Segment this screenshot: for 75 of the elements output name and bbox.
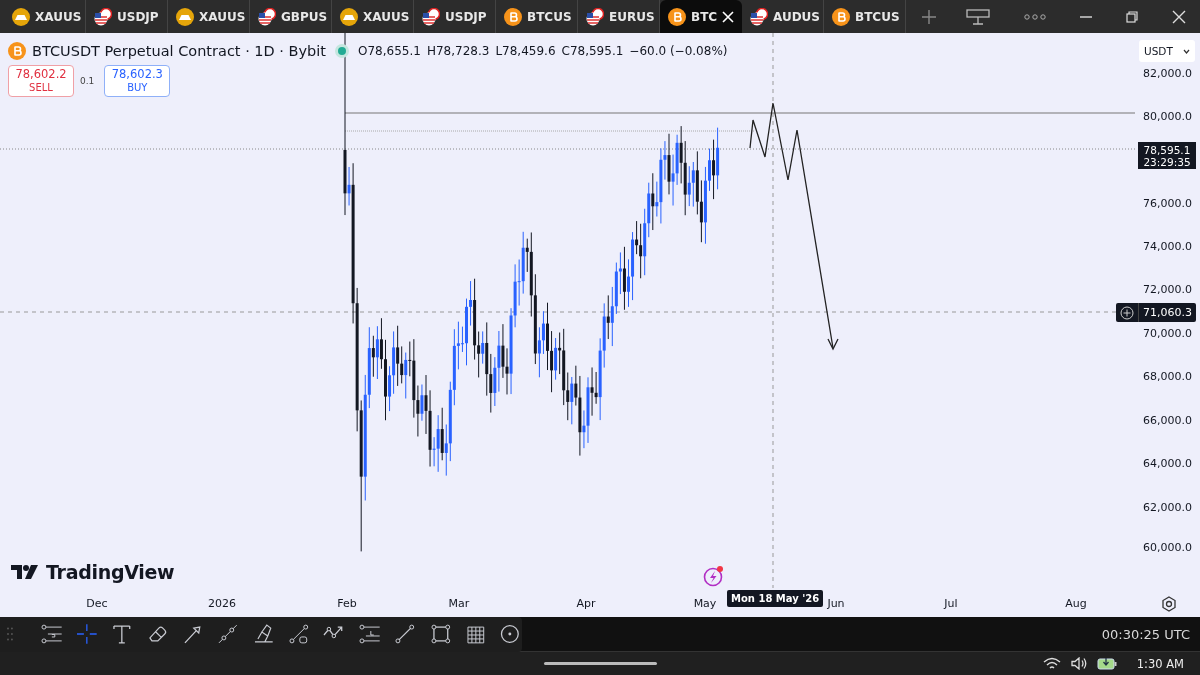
utc-clock: 00:30:25 UTC — [1101, 626, 1191, 642]
grip-icon[interactable] — [7, 627, 13, 641]
date-label: Apr — [576, 597, 596, 610]
circle-icon[interactable] — [500, 623, 522, 645]
caret-icon — [1183, 48, 1190, 54]
crosshair-icon[interactable] — [75, 623, 98, 645]
date-label: Mar — [448, 597, 470, 610]
ohlc-value: H78,728.3 — [426, 44, 490, 58]
trend-line-icon[interactable] — [217, 623, 240, 645]
price-label: 62,000.0 — [1143, 501, 1192, 514]
taskbar-clock[interactable]: 1:30 AM — [1136, 656, 1184, 671]
last-price-badge: 78,595.1 23:29:35 — [1138, 142, 1196, 169]
flag-icon — [94, 7, 112, 26]
price-label: 64,000.0 — [1143, 457, 1192, 470]
price-label: 68,000.0 — [1143, 370, 1192, 383]
path-icon[interactable] — [288, 623, 310, 645]
restore-icon[interactable] — [1126, 10, 1138, 23]
add-icon[interactable] — [1120, 305, 1134, 320]
currency-dropdown[interactable]: USDT — [1139, 40, 1195, 62]
brand-name: TradingView — [46, 561, 175, 583]
flag-icon — [258, 7, 276, 26]
grid-icon[interactable] — [464, 623, 487, 645]
wifi-icon[interactable] — [1042, 657, 1061, 670]
rectangle-icon[interactable] — [429, 623, 452, 645]
sell-button[interactable]: 78,602.2 SELL — [8, 65, 74, 97]
chart-tab[interactable]: BTC — [660, 0, 742, 33]
crosshair-date-label: Mon 18 May '26 — [727, 590, 824, 607]
date-label: Jun — [827, 597, 845, 610]
flag-icon — [422, 7, 440, 26]
price-label: 60,000.0 — [1143, 541, 1192, 554]
ohlc-value: O78,655.1 — [358, 44, 421, 58]
battery-icon[interactable] — [1096, 657, 1117, 670]
date-label: 2026 — [208, 597, 236, 610]
price-label: 70,000.0 — [1143, 327, 1192, 340]
coin-icon — [504, 7, 522, 26]
ohlc-value: C78,595.1 — [561, 44, 624, 58]
date-label: Feb — [337, 597, 357, 610]
change-value: −60.0 (−0.08%) — [629, 44, 728, 58]
lightning-icon[interactable] — [703, 565, 725, 587]
coin-icon — [832, 7, 850, 26]
logo-icon — [11, 565, 41, 579]
flag-icon — [586, 7, 604, 26]
price-label: 74,000.0 — [1143, 240, 1192, 253]
brush-icon[interactable] — [252, 623, 275, 645]
price-label: 72,000.0 — [1143, 283, 1192, 296]
coin-icon — [8, 42, 26, 60]
text-icon[interactable] — [111, 623, 133, 645]
settings-icon[interactable] — [1161, 596, 1177, 612]
symbol-title[interactable]: BTCUSDT Perpetual Contract · 1D · Bybit — [32, 43, 327, 59]
price-label: 66,000.0 — [1143, 414, 1192, 427]
ingot-icon — [12, 7, 30, 26]
lines-icon[interactable] — [40, 623, 63, 645]
ingot-icon — [176, 7, 194, 26]
date-label: May — [693, 597, 717, 610]
close-icon[interactable] — [1172, 9, 1186, 24]
levels-icon[interactable] — [358, 623, 381, 645]
date-label: Dec — [86, 597, 108, 610]
ingot-icon — [340, 7, 358, 26]
price-label: 82,000.0 — [1143, 67, 1192, 80]
layout-icon[interactable] — [966, 8, 990, 25]
minimize-icon[interactable] — [1080, 15, 1092, 18]
spread-value: 0.1 — [80, 76, 95, 86]
price-label: 76,000.0 — [1143, 197, 1192, 210]
plus-icon[interactable] — [922, 9, 936, 24]
date-label: Jul — [944, 597, 958, 610]
buy-button[interactable]: 78,602.3 BUY — [104, 65, 171, 97]
crosshair-price-label: 71,060.3 — [1138, 303, 1196, 322]
price-label: 80,000.0 — [1143, 110, 1192, 123]
date-label: Aug — [1065, 597, 1087, 610]
more-icon[interactable] — [1024, 13, 1046, 20]
volume-icon[interactable] — [1070, 657, 1087, 670]
coin-icon — [668, 7, 686, 26]
flag-icon — [750, 7, 768, 26]
ohlc-value: L78,459.6 — [495, 44, 556, 58]
line-icon[interactable] — [394, 623, 416, 645]
